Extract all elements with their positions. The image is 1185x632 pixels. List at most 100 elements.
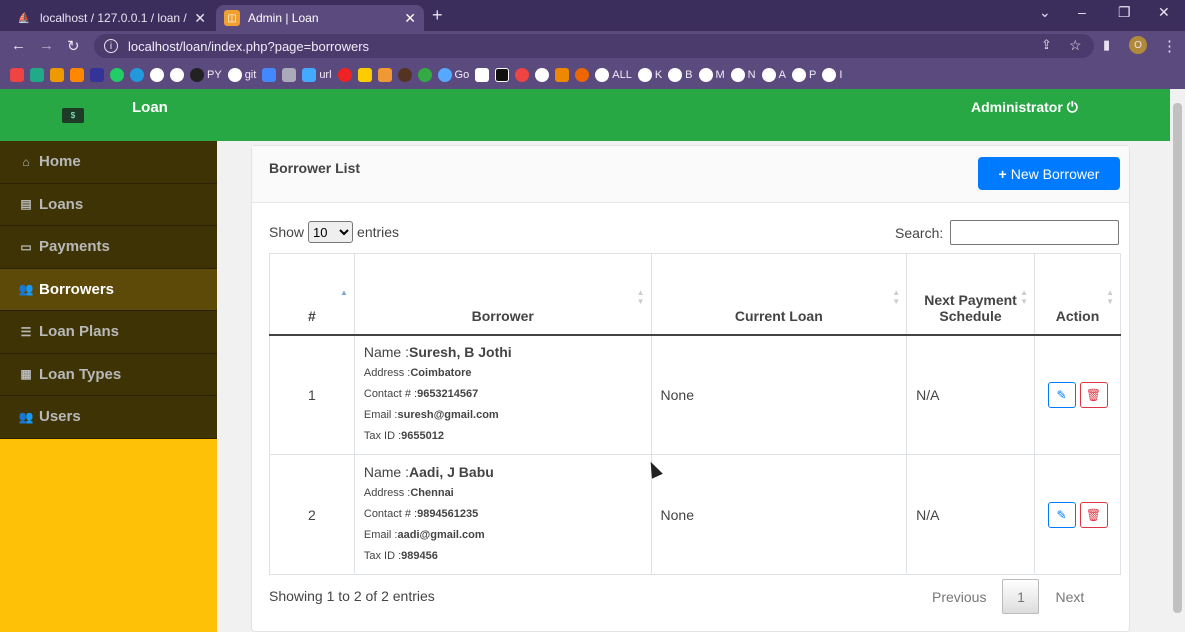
new-borrower-button[interactable]: + New Borrower [978, 157, 1120, 190]
bookmark-item[interactable]: ALL [595, 68, 632, 82]
borrower-address: Chennai [410, 487, 454, 499]
borrower-contact: 9653214567 [417, 388, 479, 401]
page-scrollbar[interactable] [1170, 89, 1185, 632]
bookmark-item[interactable]: Go [437, 68, 469, 82]
bookmark-item[interactable] [475, 68, 490, 82]
sidebar-item-loan-types[interactable]: ▦ Loan Types [0, 353, 217, 396]
bookmark-item[interactable]: M [698, 68, 725, 82]
side-panel-icon[interactable]: ▮ [1103, 37, 1110, 53]
new-tab-icon[interactable]: + [432, 5, 443, 26]
url-field[interactable]: i localhost/loan/index.php?page=borrower… [94, 34, 1094, 58]
bookmark-item[interactable] [535, 68, 550, 82]
back-icon[interactable]: ← [11, 37, 26, 54]
edit-icon[interactable]: ✎ [1047, 381, 1076, 408]
forward-icon[interactable]: → [39, 37, 54, 54]
column-header-action[interactable]: Action ▲ ▼ [1034, 253, 1121, 336]
trash-icon[interactable]: 🗑 [1079, 381, 1108, 408]
phpmyadmin-icon: ⛵ [17, 12, 31, 24]
next-payment-cell: N/A [906, 334, 1035, 455]
bookmark-item[interactable] [130, 68, 144, 82]
bookmark-item[interactable]: git [227, 68, 256, 82]
bookmark-item[interactable]: A [761, 68, 786, 82]
search-input[interactable] [950, 220, 1120, 245]
menu-icon[interactable]: ⋮ [1162, 37, 1177, 55]
bookmark-item[interactable] [337, 68, 352, 82]
sidebar: ⌂ Home ▤ Loans ▭ Payments 👥 Borrowers ☰ Loan … [0, 141, 217, 632]
borrower-card: Borrower List + New Borrower Show 10 entr… [251, 145, 1130, 632]
bookmark-item[interactable] [357, 68, 372, 82]
action-cell: ✎ 🗑 [1034, 334, 1121, 455]
bookmark-item[interactable] [377, 68, 392, 82]
bookmark-item[interactable]: url [302, 68, 332, 82]
trash-icon[interactable]: 🗑 [1079, 501, 1108, 528]
bookmark-item[interactable] [515, 68, 530, 82]
share-icon[interactable]: ⇪ [1041, 37, 1052, 53]
bookmark-item[interactable] [575, 68, 590, 82]
bookmark-item[interactable] [110, 68, 124, 82]
entries-select[interactable]: 10 [308, 221, 354, 243]
page-1-button[interactable]: 1 [1002, 579, 1040, 614]
column-header-number[interactable]: # ▲ [269, 253, 355, 336]
restore-icon[interactable]: ❐ [1118, 4, 1131, 21]
profile-avatar[interactable]: O [1129, 36, 1147, 54]
browser-tab-phpmyadmin[interactable]: ⛵ localhost / 127.0.0.1 / loan / users ✕ [8, 5, 214, 31]
bookmark-star-icon[interactable]: ☆ [1069, 37, 1082, 54]
bookmark-item[interactable] [495, 68, 510, 82]
row-number: 2 [269, 454, 355, 575]
bookmark-item[interactable]: K [637, 68, 662, 82]
column-header-next-payment[interactable]: Next Payment Schedule ▲ ▼ [906, 253, 1035, 336]
sidebar-item-borrowers[interactable]: 👥 Borrowers [0, 268, 217, 311]
bookmark-item[interactable]: P [791, 68, 816, 82]
scrollbar-thumb[interactable] [1173, 103, 1182, 613]
minimize-icon[interactable]: – [1078, 4, 1086, 20]
bookmark-item[interactable]: I [822, 68, 842, 82]
browser-tab-admin-loan[interactable]: ◫ Admin | Loan ✕ [216, 5, 424, 31]
bookmark-item[interactable]: N [730, 68, 756, 82]
bookmark-item[interactable] [170, 68, 184, 82]
reload-icon[interactable]: ↻ [67, 37, 80, 55]
bookmark-item[interactable]: B [668, 68, 693, 82]
sidebar-item-home[interactable]: ⌂ Home [0, 141, 217, 184]
sidebar-item-loan-plans[interactable]: ☰ Loan Plans [0, 311, 217, 354]
borrower-name: Suresh, B Jothi [409, 344, 512, 361]
sidebar-item-loans[interactable]: ▤ Loans [0, 183, 217, 226]
bookmark-item[interactable] [417, 68, 432, 82]
bookmark-item[interactable] [50, 68, 64, 82]
bookmark-item[interactable] [282, 68, 297, 82]
edit-icon[interactable]: ✎ [1047, 501, 1076, 528]
sidebar-item-users[interactable]: 👥 Users [0, 396, 217, 439]
bookmark-item[interactable] [555, 68, 570, 82]
bookmark-item[interactable] [70, 68, 84, 82]
app-brand[interactable]: Loan [132, 99, 168, 116]
bookmark-item[interactable] [90, 68, 104, 82]
power-icon[interactable]: ⏻ [1067, 99, 1078, 115]
site-info-icon[interactable]: i [104, 39, 118, 53]
close-tab-icon[interactable]: ✕ [194, 10, 206, 27]
column-header-current-loan[interactable]: Current Loan ▲ ▼ [650, 253, 908, 336]
column-header-borrower[interactable]: Borrower ▲ ▼ [353, 253, 652, 336]
bookmark-item[interactable] [397, 68, 412, 82]
users-group-icon: 👥 [18, 409, 34, 424]
app-logo-icon: $ [62, 108, 84, 123]
bookmark-item[interactable] [262, 68, 277, 82]
user-menu[interactable]: Administrator ⏻ [971, 99, 1078, 116]
close-tab-icon[interactable]: ✕ [404, 10, 416, 27]
borrower-contact: 9894561235 [417, 508, 479, 520]
next-page-button[interactable]: Next [1055, 589, 1084, 605]
bookmark-item[interactable]: PY [190, 68, 222, 82]
sidebar-item-payments[interactable]: ▭ Payments [0, 226, 217, 269]
borrower-tax-id: 9655012 [401, 430, 444, 443]
bookmarks-bar: PY git url Go ALL K B M N A P I [0, 61, 1185, 89]
bookmark-item[interactable] [150, 68, 164, 82]
card-header: Borrower List + New Borrower [252, 146, 1129, 203]
sort-icon: ▲ ▼ [1020, 288, 1028, 306]
search-control: Search: [895, 220, 1120, 245]
close-window-icon[interactable]: ✕ [1158, 4, 1170, 21]
bookmark-item[interactable] [30, 68, 44, 82]
previous-page-button[interactable]: Previous [932, 589, 986, 605]
admin-favicon-icon: ◫ [224, 10, 240, 26]
users-icon: 👥 [18, 282, 34, 297]
borrower-email: aadi@gmail.com [397, 529, 485, 541]
tab-search-icon[interactable]: ⌄ [1039, 4, 1051, 21]
bookmark-item[interactable] [10, 68, 24, 82]
